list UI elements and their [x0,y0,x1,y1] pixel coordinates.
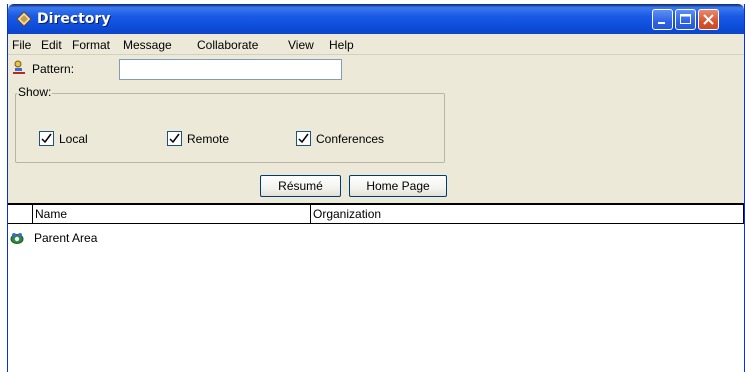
close-button[interactable] [698,9,719,30]
pattern-person-icon [12,60,26,74]
list-item[interactable]: Parent Area [34,231,97,245]
menu-collaborate[interactable]: Collaborate [197,38,258,52]
home-page-button[interactable]: Home Page [349,175,447,197]
directory-list[interactable]: Name Organization Parent Area [8,203,744,372]
directory-window: Directory File Edit Format Message Colla… [7,4,745,372]
menu-bar: File Edit Format Message Collaborate Vie… [8,34,744,55]
menu-view[interactable]: View [288,38,314,52]
conferences-label: Conferences [316,132,385,146]
minimize-button[interactable] [652,9,673,30]
maximize-button[interactable] [675,9,696,30]
remote-label: Remote [187,132,230,146]
organization-column-header[interactable]: Organization [311,205,744,224]
local-label: Local [59,132,88,146]
window-title: Directory [37,11,111,27]
show-legend: Show: [17,85,53,99]
title-bar[interactable]: Directory [8,4,744,34]
name-column-header[interactable]: Name [33,205,311,224]
close-icon [703,14,714,25]
menu-format[interactable]: Format [72,38,110,52]
show-groupbox [15,93,445,163]
remote-checkbox[interactable] [167,131,182,146]
pattern-label: Pattern: [32,62,75,76]
pattern-input[interactable] [119,59,342,80]
menu-file[interactable]: File [12,38,31,52]
checkmark-icon [41,133,52,144]
local-checkbox[interactable] [39,131,54,146]
conferences-checkbox[interactable] [296,131,311,146]
menu-help[interactable]: Help [329,38,354,52]
checkmark-icon [169,133,180,144]
menu-edit[interactable]: Edit [41,38,62,52]
maximize-icon [680,14,691,24]
menu-message[interactable]: Message [123,38,172,52]
checkmark-icon [298,133,309,144]
minimize-icon [658,22,665,24]
icon-column-header[interactable] [8,205,33,224]
app-icon [16,11,32,27]
resume-button[interactable]: Résumé [260,175,341,197]
conference-area-icon [10,231,24,245]
